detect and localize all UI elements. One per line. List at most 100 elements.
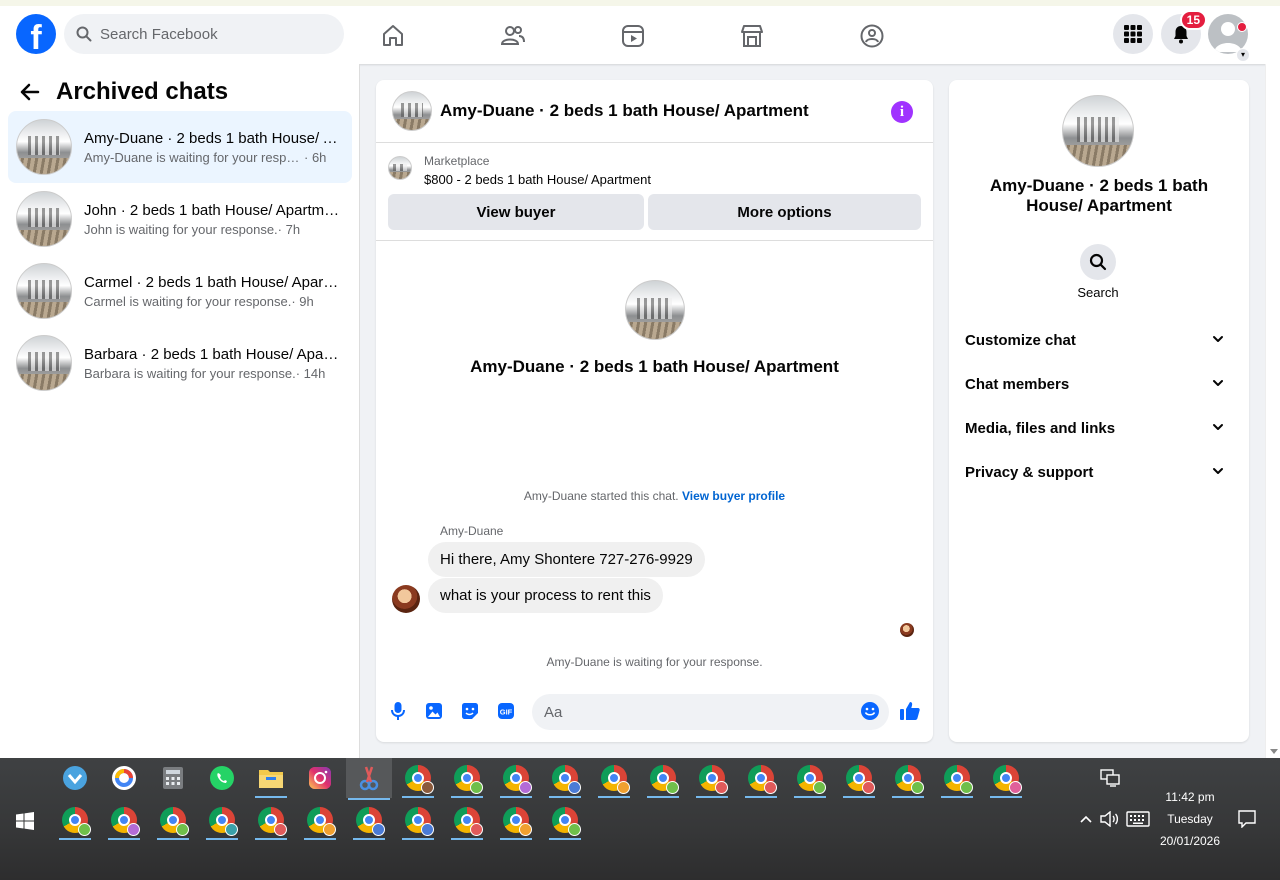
clock-day: Tuesday (1167, 812, 1213, 826)
more-options-button[interactable]: More options (648, 194, 921, 230)
back-arrow-icon[interactable] (18, 81, 40, 103)
notification-count-badge: 15 (1179, 10, 1207, 30)
chat-details-panel: Amy-Duane · 2 beds 1 bath House/ Apartme… (949, 80, 1249, 742)
chat-list-item[interactable]: John · 2 beds 1 bath House/ Apartment Jo… (8, 183, 352, 255)
conversation-header[interactable]: Amy-Duane · 2 beds 1 bath House/ Apartme… (376, 80, 933, 143)
message-input[interactable] (532, 694, 889, 730)
running-indicator (549, 838, 581, 840)
photo-icon[interactable] (423, 700, 445, 722)
chevron-down-icon[interactable]: ▾ (1236, 48, 1250, 62)
chrome-window-icon[interactable] (988, 760, 1024, 798)
chrome-window-icon[interactable] (400, 760, 436, 798)
friends-icon[interactable] (495, 18, 531, 54)
marketplace-icon[interactable] (734, 18, 770, 54)
media-files-links-section[interactable]: Media, files and links (957, 408, 1241, 448)
chrome-window-icon[interactable] (106, 802, 142, 840)
view-buyer-button[interactable]: View buyer (388, 194, 644, 230)
groups-icon[interactable] (854, 18, 890, 54)
chrome-window-icon[interactable] (204, 802, 240, 840)
chrome-window-icon[interactable] (890, 760, 926, 798)
chrome-window-icon[interactable] (694, 760, 730, 798)
running-indicator (647, 796, 679, 798)
chat-list-item[interactable]: Carmel · 2 beds 1 bath House/ Apartment … (8, 255, 352, 327)
chevron-down-icon (1213, 380, 1223, 386)
conversation-title: Amy-Duane · 2 beds 1 bath House/ Apartme… (440, 101, 809, 120)
thumbs-up-icon[interactable] (899, 700, 921, 722)
chrome-window-icon[interactable] (155, 802, 191, 840)
windows-start-icon[interactable] (16, 812, 34, 835)
chat-preview: Carmel is waiting for your response. (84, 293, 292, 309)
chrome-window-icon[interactable] (792, 760, 828, 798)
view-buyer-profile-link[interactable]: View buyer profile (682, 489, 785, 503)
chrome-window-icon[interactable] (547, 802, 583, 840)
action-center-icon[interactable] (1229, 801, 1265, 837)
menu-grid-button[interactable] (1113, 14, 1153, 54)
clock-time[interactable]: 11:42 pm (1150, 790, 1230, 804)
customize-chat-section[interactable]: Customize chat (957, 320, 1241, 360)
network-icon[interactable] (1092, 760, 1128, 796)
running-indicator (451, 796, 483, 798)
microphone-icon[interactable] (387, 700, 409, 722)
whatsapp-icon[interactable] (204, 760, 240, 796)
chat-time: · 14h (295, 365, 326, 381)
chrome-window-icon[interactable] (57, 802, 93, 840)
chrome-window-icon[interactable] (302, 802, 338, 840)
calculator-icon[interactable] (155, 760, 191, 796)
listing-thumbnail (16, 119, 72, 175)
running-indicator (451, 838, 483, 840)
info-icon[interactable]: i (891, 101, 913, 123)
search-box[interactable] (64, 14, 344, 54)
running-indicator (353, 838, 385, 840)
google-app-icon[interactable] (106, 760, 142, 796)
chrome-window-icon[interactable] (449, 802, 485, 840)
listing-title[interactable]: $800 - 2 beds 1 bath House/ Apartment (424, 172, 651, 187)
running-indicator (108, 838, 140, 840)
app-store-icon[interactable] (57, 760, 93, 796)
chrome-window-icon[interactable] (498, 802, 534, 840)
chrome-window-icon[interactable] (596, 760, 632, 798)
gif-icon[interactable]: GIF (495, 700, 517, 722)
conversation-intro: Amy-Duane · 2 beds 1 bath House/ Apartme… (376, 280, 933, 377)
listing-thumbnail (16, 263, 72, 319)
listing-thumbnail (1062, 95, 1134, 167)
scroll-down-arrow-icon[interactable] (1270, 749, 1278, 754)
details-name: Amy-Duane · 2 beds 1 bath House/ Apartme… (989, 176, 1209, 215)
archived-chats-panel: Archived chats Amy-Duane · 2 beds 1 bath… (0, 64, 360, 758)
video-icon[interactable] (615, 18, 651, 54)
instagram-icon[interactable] (302, 760, 338, 796)
chat-list-item[interactable]: Barbara · 2 beds 1 bath House/ Apartment… (8, 327, 352, 399)
sender-avatar[interactable] (392, 585, 420, 613)
file-explorer-icon[interactable] (253, 760, 289, 798)
chrome-window-icon[interactable] (547, 760, 583, 798)
intro-name: Amy-Duane · 2 beds 1 bath House/ Apartme… (470, 357, 839, 376)
message-bubble[interactable]: what is your process to rent this (428, 578, 663, 613)
notifications-button[interactable]: 15 (1161, 10, 1207, 54)
chrome-window-icon[interactable] (939, 760, 975, 798)
chat-list-item[interactable]: Amy-Duane · 2 beds 1 bath House/ Apartme… (8, 111, 352, 183)
home-icon[interactable] (375, 18, 411, 54)
emoji-icon[interactable] (859, 700, 881, 722)
windows-taskbar: 11:42 pm Tuesday 20/01/2026 (0, 758, 1280, 880)
message-bubble[interactable]: Hi there, Amy Shontere 727-276-9929 (428, 542, 705, 577)
running-indicator (696, 796, 728, 798)
chat-preview: Amy-Duane is waiting for your response. (84, 149, 304, 165)
snipping-tool-icon[interactable] (346, 758, 392, 800)
chrome-window-icon[interactable] (253, 802, 289, 840)
chrome-window-icon[interactable] (449, 760, 485, 798)
chrome-window-icon[interactable] (498, 760, 534, 798)
sticker-icon[interactable] (459, 700, 481, 722)
started-text: Amy-Duane started this chat. (523, 489, 679, 503)
listing-thumbnail (624, 280, 685, 340)
chat-members-section[interactable]: Chat members (957, 364, 1241, 404)
search-in-conversation-button[interactable] (1080, 244, 1116, 280)
chrome-window-icon[interactable] (351, 802, 387, 840)
chrome-window-icon[interactable] (743, 760, 779, 798)
chrome-window-icon[interactable] (400, 802, 436, 840)
search-input[interactable] (100, 25, 320, 43)
privacy-support-section[interactable]: Privacy & support (957, 452, 1241, 492)
chrome-window-icon[interactable] (841, 760, 877, 798)
running-indicator (402, 838, 434, 840)
facebook-logo-icon[interactable]: f (16, 14, 56, 54)
chrome-window-icon[interactable] (645, 760, 681, 798)
page-scrollbar[interactable] (1265, 64, 1280, 758)
